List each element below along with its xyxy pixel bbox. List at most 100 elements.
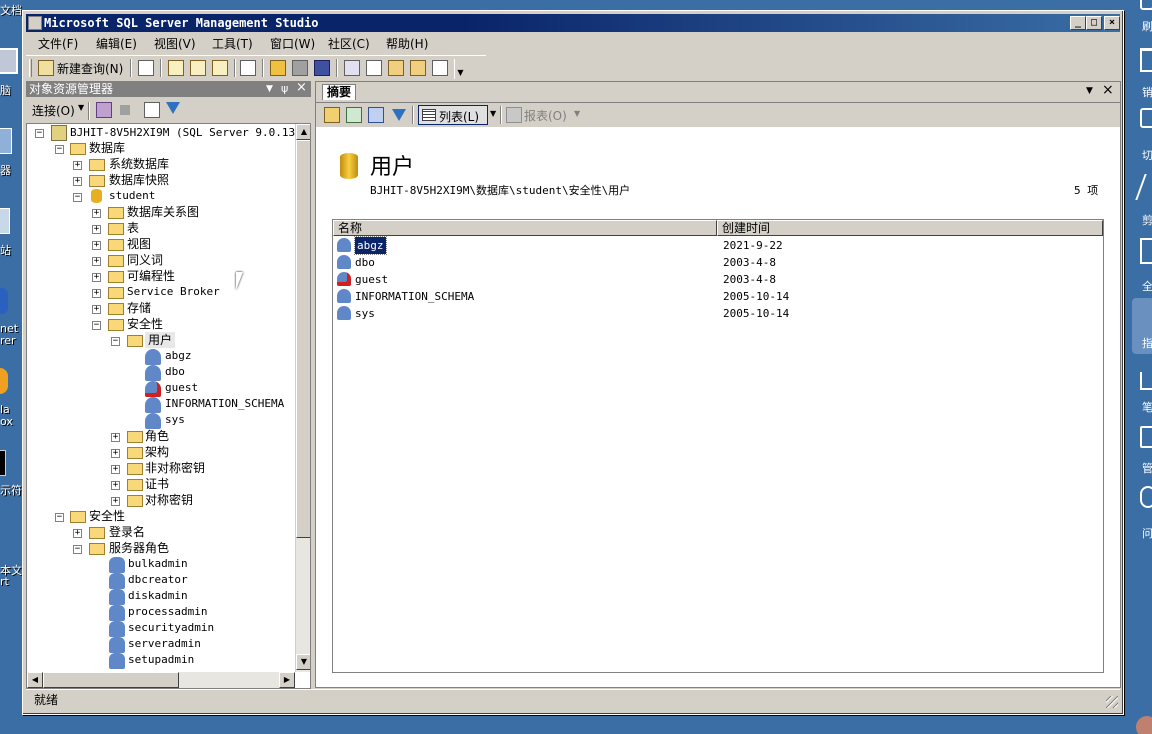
desktop-firefox-icon[interactable] [0,368,8,394]
select-all-icon[interactable] [1140,238,1152,264]
list-row[interactable]: INFORMATION_SCHEMA 2005-10-14 [337,288,1097,305]
switch-icon[interactable] [1140,108,1152,128]
tree-node-server-role[interactable]: securityadmin [128,620,214,636]
trash-icon[interactable] [1140,48,1152,72]
expand-toggle[interactable]: + [92,305,101,314]
menu-help[interactable]: 帮助(H) [386,35,428,52]
desktop-dotnet-icon[interactable] [0,288,8,314]
tree-node-system-databases[interactable]: 系统数据库 [109,156,169,172]
menu-edit[interactable]: 编辑(E) [96,35,137,52]
title-bar[interactable]: Microsoft SQL Server Management Studio _… [26,14,1120,32]
tree-node-user[interactable]: guest [165,380,198,396]
tree-node-symmetric-keys[interactable]: 对称密钥 [145,492,193,508]
menu-window[interactable]: 窗口(W) [270,35,315,52]
template-explorer-icon[interactable] [388,60,404,76]
menu-tools[interactable]: 工具(T) [212,35,253,52]
hscroll-thumb[interactable] [43,672,179,688]
tab-close-icon[interactable]: × [1102,82,1114,98]
object-explorer-title-bar[interactable]: 对象资源管理器 ▼ ψ × [26,80,311,97]
report-button[interactable]: 报表(O) [524,107,567,124]
users-list-view[interactable]: 名称 创建时间 abgz 2021-9-22 dbo 2003-4-8 gues… [332,219,1104,673]
menu-file[interactable]: 文件(F) [38,35,78,52]
expand-toggle[interactable]: + [92,225,101,234]
desktop-computer-icon[interactable] [0,48,18,74]
tree-horizontal-scrollbar[interactable]: ◀ ▶ [27,672,295,688]
collapse-toggle[interactable]: − [55,145,64,154]
expand-toggle[interactable]: + [92,209,101,218]
scroll-right-button[interactable]: ▶ [279,672,295,688]
tab-summary[interactable]: 摘要 [322,84,357,100]
tree-node-user[interactable]: INFORMATION_SCHEMA [165,396,284,412]
expand-toggle[interactable]: + [111,465,120,474]
tree-node-db-security[interactable]: 安全性 [127,316,163,332]
tree-node-server-role[interactable]: bulkadmin [128,556,188,572]
registered-servers-icon[interactable] [344,60,360,76]
tree-node-server[interactable]: BJHIT-8V5H2XI9M (SQL Server 9.0.1399 [70,125,308,141]
tree-node-server-security[interactable]: 安全性 [89,508,125,524]
properties-icon[interactable] [432,60,448,76]
expand-toggle[interactable]: + [111,433,120,442]
list-row[interactable]: dbo 2003-4-8 [337,254,1097,271]
refresh-summary-icon[interactable] [368,107,384,123]
resize-grip-icon[interactable] [1106,696,1118,708]
desktop-recycle-icon[interactable] [0,208,10,234]
expand-toggle[interactable]: + [111,449,120,458]
list-view-button[interactable]: 列表(L) [418,105,488,125]
minimize-button[interactable]: _ [1070,16,1086,30]
column-header-name[interactable]: 名称 [333,220,717,236]
panel-close-icon[interactable]: × [296,80,307,96]
help-icon[interactable] [1140,486,1152,508]
list-row[interactable]: sys 2005-10-14 [337,305,1097,322]
sync-icon[interactable] [346,107,362,123]
desktop-cmd-icon[interactable] [0,450,6,476]
tree-node-service-broker[interactable]: Service Broker [127,284,220,300]
tree-vertical-scrollbar[interactable]: ▲ ▼ [295,124,310,672]
expand-toggle[interactable]: + [92,241,101,250]
tree-node-user[interactable]: abgz [165,348,192,364]
scroll-up-button[interactable]: ▲ [296,124,310,140]
collapse-toggle[interactable]: − [73,545,82,554]
pin-icon[interactable]: ψ [281,81,288,97]
menu-community[interactable]: 社区(C) [328,35,370,52]
list-row[interactable]: guest 2003-4-8 [337,271,1097,288]
filter-summary-icon[interactable] [392,109,406,121]
open-folder-icon[interactable] [270,60,286,76]
tree-node-roles[interactable]: 角色 [145,428,169,444]
collapse-toggle[interactable]: − [73,193,82,202]
tree-node-programmability[interactable]: 可编程性 [127,268,175,284]
dmx-query-icon[interactable] [212,60,228,76]
refresh-tree-icon[interactable] [144,102,160,118]
solution-explorer-icon[interactable] [410,60,426,76]
report-dropdown-icon[interactable]: ▼ [574,109,580,118]
scroll-thumb[interactable] [296,140,310,538]
desktop-bin-icon[interactable] [0,128,12,154]
column-header-created[interactable]: 创建时间 [717,220,1103,236]
tree-node-server-role[interactable]: processadmin [128,604,207,620]
collapse-toggle[interactable]: − [111,337,120,346]
up-level-icon[interactable] [324,107,340,123]
maximize-button[interactable]: □ [1086,16,1102,30]
expand-toggle[interactable]: + [111,481,120,490]
tree-node-asymmetric-keys[interactable]: 非对称密钥 [145,460,205,476]
expand-toggle[interactable]: + [111,497,120,506]
collapse-toggle[interactable]: − [92,321,101,330]
scroll-down-button[interactable]: ▼ [296,654,310,670]
tree-node-synonyms[interactable]: 同义词 [127,252,163,268]
menu-view[interactable]: 视图(V) [154,35,196,52]
object-explorer-tree[interactable]: − BJHIT-8V5H2XI9M (SQL Server 9.0.1399 −… [26,123,311,689]
tree-node-certificates[interactable]: 证书 [145,476,169,492]
expand-toggle[interactable]: + [92,273,101,282]
tree-node-storage[interactable]: 存储 [127,300,151,316]
save-all-icon[interactable] [314,60,330,76]
tree-node-users[interactable]: 用户 [145,332,176,348]
tree-node-student[interactable]: student [109,188,155,204]
collapse-toggle[interactable]: − [55,513,64,522]
expand-toggle[interactable]: + [73,529,82,538]
close-button[interactable]: × [1104,16,1120,30]
connect-dropdown-icon[interactable]: ▼ [78,103,84,112]
list-view-dropdown-icon[interactable]: ▼ [490,109,496,118]
save-icon[interactable] [292,60,308,76]
tree-node-server-role[interactable]: diskadmin [128,588,188,604]
new-file-icon[interactable] [138,60,154,76]
tree-node-databases[interactable]: 数据库 [89,140,125,156]
